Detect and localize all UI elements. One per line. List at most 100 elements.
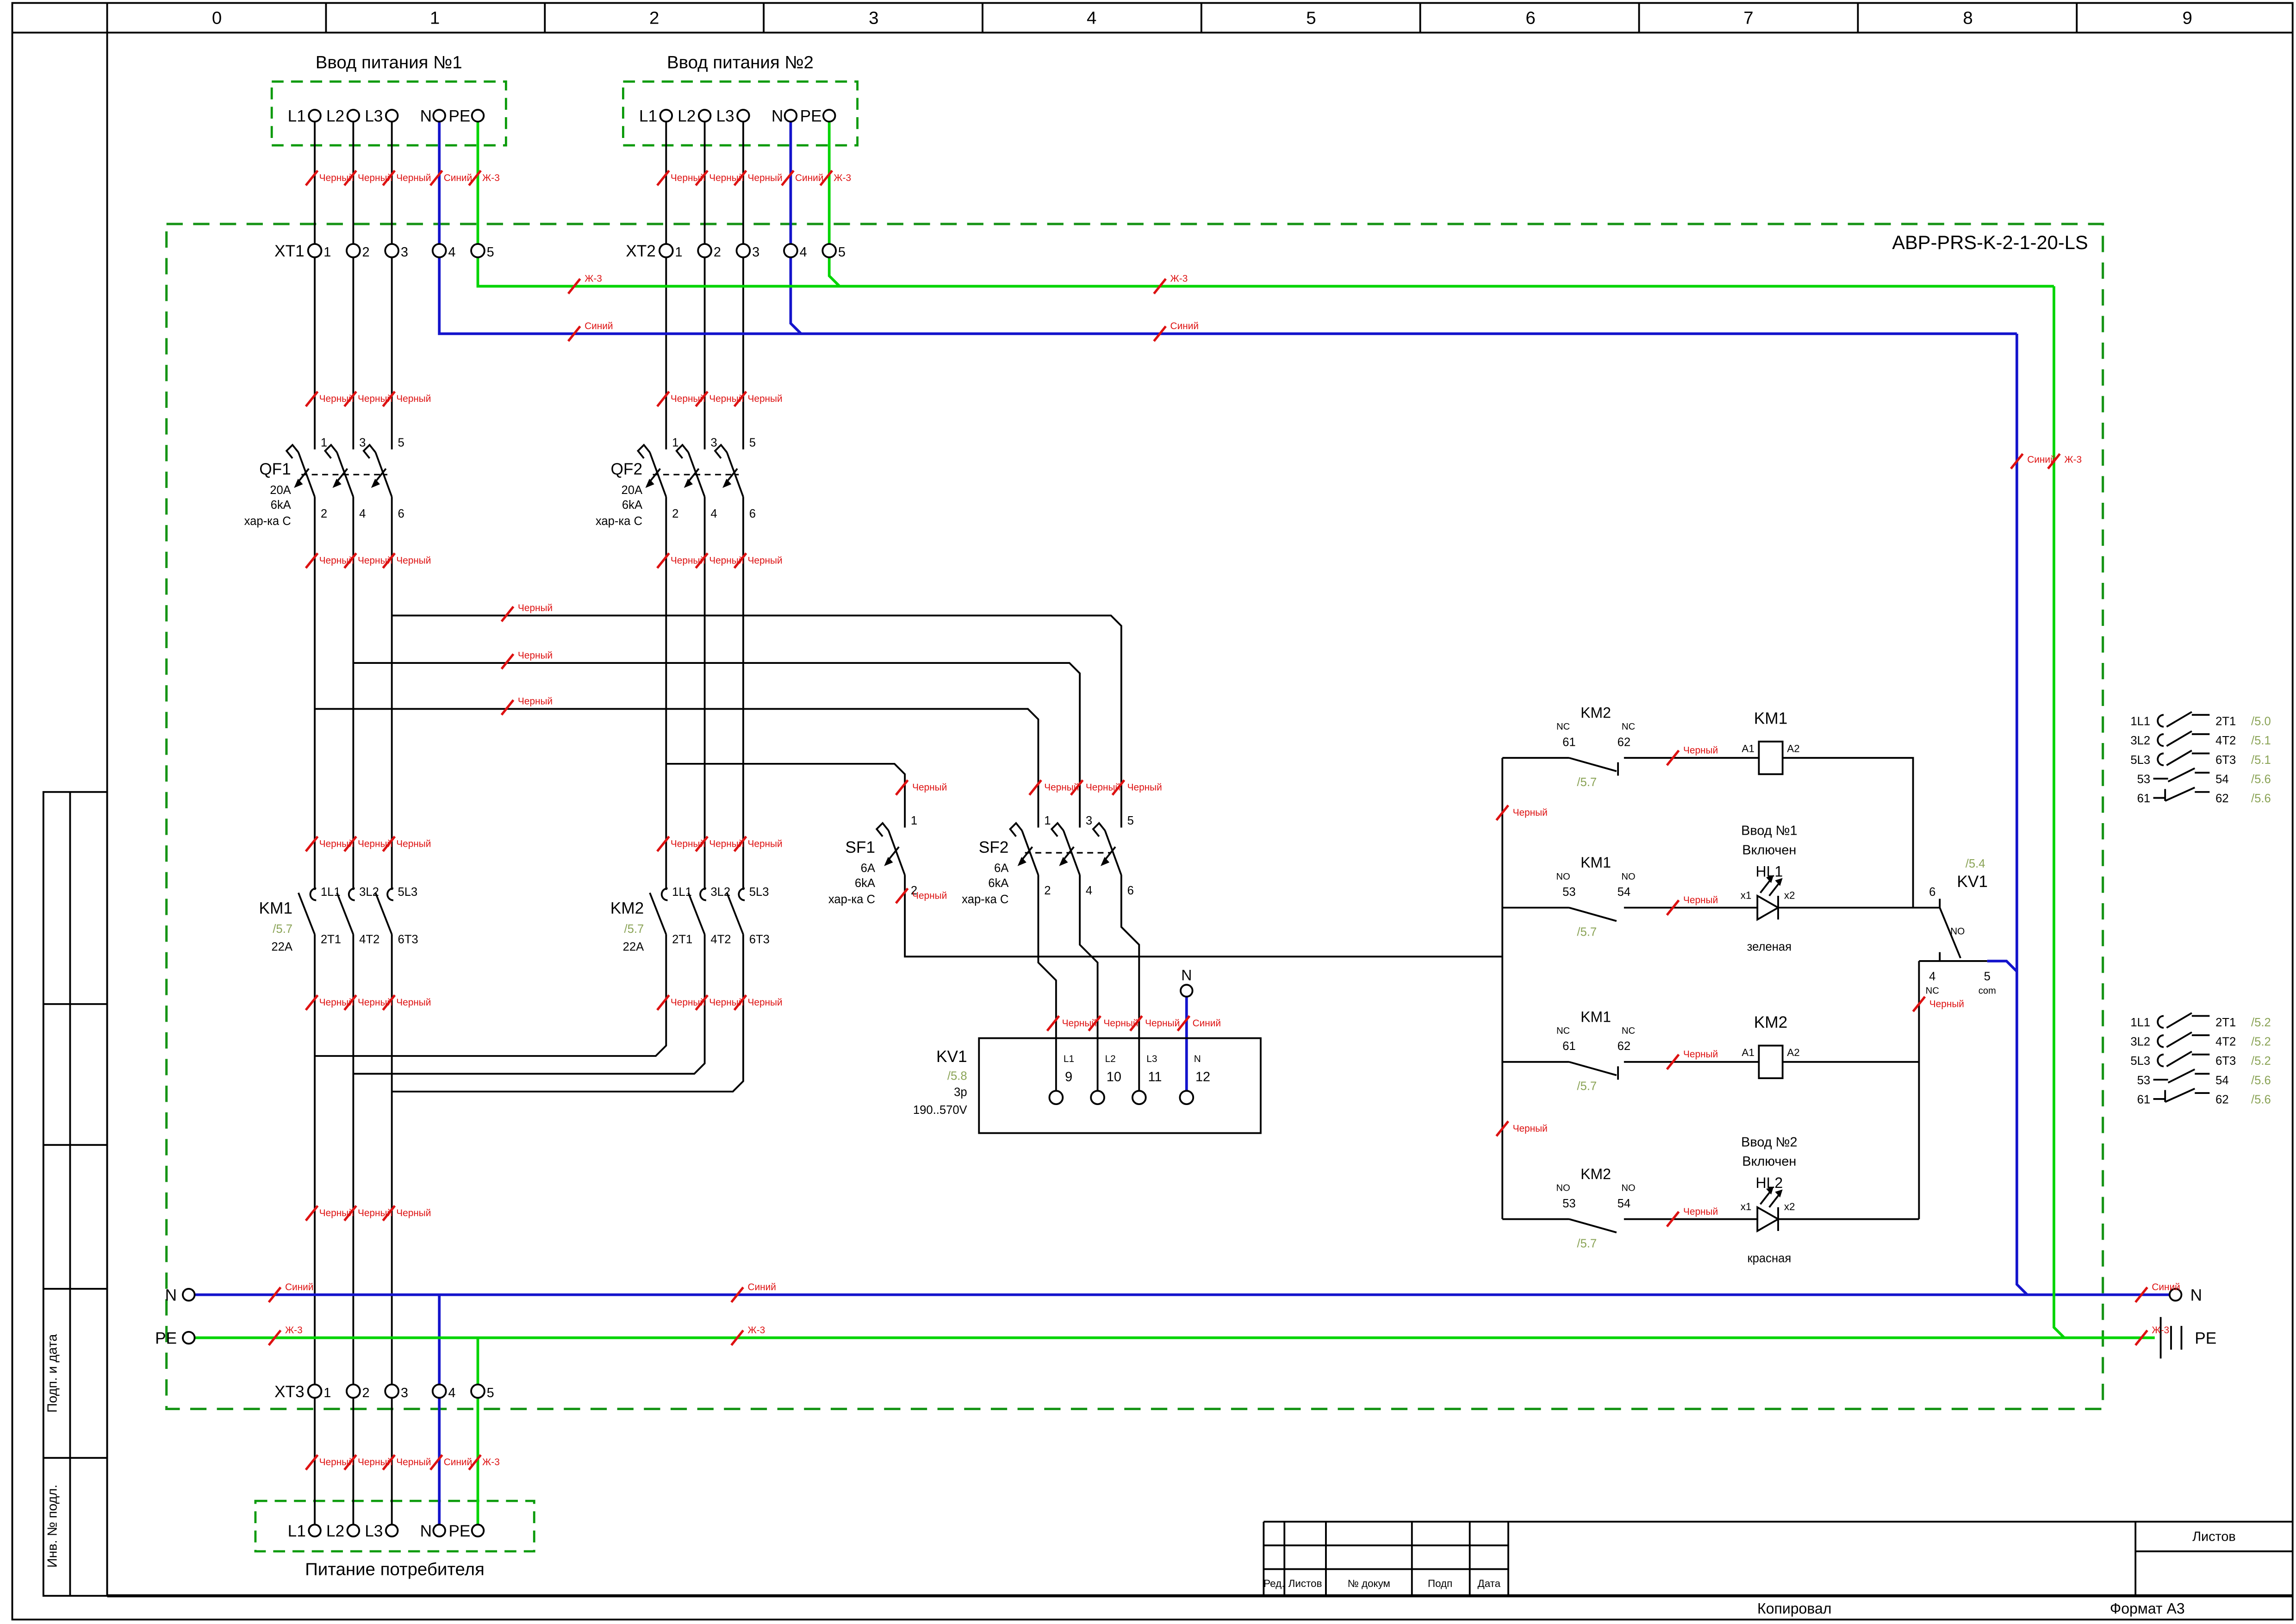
sf2-breaking: 6kA bbox=[988, 877, 1009, 890]
qf2-t5: 5 bbox=[749, 436, 756, 449]
rung3-ref: /5.7 bbox=[1577, 1080, 1597, 1093]
km2-coil-name: KM2 bbox=[1754, 1013, 1787, 1031]
svg-text:Черный: Черный bbox=[1127, 782, 1162, 793]
km2-coil-a2: A2 bbox=[1787, 1047, 1799, 1058]
km2-1l1: 1L1 bbox=[672, 886, 692, 899]
km2-current: 22A bbox=[623, 941, 644, 954]
svg-text:Черный: Черный bbox=[1103, 1018, 1138, 1029]
sidebar-label-sign-date: Подп. и дата bbox=[45, 1334, 60, 1413]
km2-ref: /5.7 bbox=[624, 923, 644, 936]
sf2-current: 6A bbox=[994, 862, 1009, 875]
qf1-curve: хар-ка C bbox=[244, 515, 291, 528]
hl1-led-icon bbox=[1756, 894, 1780, 921]
sf2-name: SF2 bbox=[979, 838, 1009, 856]
svg-text:5L3: 5L3 bbox=[2130, 754, 2150, 767]
km1-ref: /5.7 bbox=[273, 923, 292, 936]
km1-4t2: 4T2 bbox=[359, 933, 380, 946]
qf2-t1: 1 bbox=[672, 436, 678, 449]
svg-text:Ж-3: Ж-3 bbox=[285, 1325, 303, 1336]
svg-text:4T2: 4T2 bbox=[2215, 734, 2236, 747]
km2-main-contacts: KM2 /5.7 22A 1L1 3L2 5L3 2T1 4T2 6T3 bbox=[610, 886, 770, 954]
qf1-name: QF1 bbox=[259, 460, 291, 478]
km1-xref-table: 1L1 2T1/5.0 3L2 4T2/5.1 5L3 6T3/5.1 53 54/5.… bbox=[2130, 711, 2271, 805]
rung2-no-left: NO bbox=[1556, 872, 1570, 882]
sf1-t1: 1 bbox=[911, 814, 917, 827]
input1-title: Ввод питания №1 bbox=[316, 52, 462, 72]
svg-text:N: N bbox=[772, 107, 783, 125]
svg-text:XT3: XT3 bbox=[274, 1383, 305, 1401]
km1-5l3: 5L3 bbox=[398, 886, 417, 899]
sidebar-label-inv: Инв. № подл. bbox=[45, 1485, 60, 1568]
svg-text:Черный: Черный bbox=[518, 650, 553, 661]
wire-color-labels: Черный Черный Черный Синий Ж-3 Черный Черны… bbox=[285, 173, 2180, 1468]
wire-color-slashes bbox=[268, 169, 2148, 1471]
km2-6t3: 6T3 bbox=[749, 933, 770, 946]
svg-text:1: 1 bbox=[324, 1386, 331, 1400]
ruler-4: 4 bbox=[1087, 8, 1096, 28]
qf2-breaker: QF2 20A 6kA хар-ка C 1 3 5 2 4 6 bbox=[596, 436, 756, 528]
sf2-t1: 1 bbox=[1044, 814, 1051, 827]
hl2-caption1: Ввод №2 bbox=[1741, 1135, 1797, 1149]
km1-coil-a1: A1 bbox=[1742, 743, 1754, 754]
km1-2t1: 2T1 bbox=[321, 933, 341, 946]
km2-3l2: 3L2 bbox=[710, 886, 730, 899]
svg-text:Синий: Синий bbox=[795, 173, 823, 183]
qf2-curve: хар-ка C bbox=[596, 515, 642, 528]
tb-sheets-label: Листов bbox=[2192, 1530, 2236, 1544]
km1-coil-a2: A2 bbox=[1787, 743, 1799, 754]
svg-text:Черный: Черный bbox=[709, 838, 744, 849]
svg-text:1: 1 bbox=[324, 245, 331, 260]
tb-col-date: Дата bbox=[1478, 1578, 1501, 1589]
svg-text:/5.1: /5.1 bbox=[2251, 754, 2271, 767]
kv1-poles: 3p bbox=[954, 1086, 967, 1099]
svg-text:Синий: Синий bbox=[285, 1282, 313, 1293]
svg-text:Черный: Черный bbox=[671, 997, 705, 1008]
svg-text:L2: L2 bbox=[678, 107, 696, 125]
svg-text:61: 61 bbox=[2137, 1093, 2151, 1106]
kv1c-4: 4 bbox=[1929, 970, 1935, 983]
rung3-nc-left: NC bbox=[1556, 1026, 1570, 1036]
svg-text:Черный: Черный bbox=[1145, 1018, 1180, 1029]
panel-model-label: ABP-PRS-K-2-1-20-LS bbox=[1892, 231, 2088, 253]
rung1-nc-right: NC bbox=[1622, 722, 1635, 732]
km1-coil-name: KM1 bbox=[1754, 709, 1787, 727]
svg-text:Ж-3: Ж-3 bbox=[585, 274, 602, 284]
bus-n-left-label: N bbox=[165, 1287, 177, 1305]
sf2-t5: 5 bbox=[1127, 814, 1134, 827]
kv1-n: N bbox=[1194, 1054, 1201, 1064]
rung2-54: 54 bbox=[1618, 886, 1631, 899]
ruler-0: 0 bbox=[212, 8, 222, 28]
svg-text:Ж-3: Ж-3 bbox=[748, 1325, 765, 1336]
svg-text:5: 5 bbox=[487, 245, 494, 260]
sf1-curve: хар-ка C bbox=[828, 893, 875, 906]
qf1-t5: 5 bbox=[398, 436, 404, 449]
svg-text:Черный: Черный bbox=[748, 838, 783, 849]
svg-text:62: 62 bbox=[2215, 1093, 2229, 1106]
panel-enclosure: ABP-PRS-K-2-1-20-LS bbox=[165, 223, 2104, 1411]
input2-title: Ввод питания №2 bbox=[667, 52, 814, 72]
svg-text:2T1: 2T1 bbox=[2215, 1016, 2236, 1029]
rung1-contact-name: KM2 bbox=[1580, 705, 1611, 721]
svg-text:1: 1 bbox=[675, 245, 683, 260]
km2-2t1: 2T1 bbox=[672, 933, 692, 946]
ruler-9: 9 bbox=[2183, 8, 2192, 28]
ruler-8: 8 bbox=[1963, 8, 1972, 28]
rung4-no-left: NO bbox=[1556, 1183, 1570, 1193]
terminal-circles bbox=[307, 109, 837, 1537]
svg-text:5: 5 bbox=[487, 1386, 494, 1400]
kv1-l2: L2 bbox=[1105, 1054, 1116, 1064]
rung4-54: 54 bbox=[1618, 1197, 1631, 1210]
svg-text:N: N bbox=[420, 1522, 432, 1540]
qf2-name: QF2 bbox=[611, 460, 643, 478]
svg-text:Черный: Черный bbox=[1513, 1123, 1548, 1134]
svg-text:Черный: Черный bbox=[358, 997, 392, 1008]
svg-text:Черный: Черный bbox=[518, 696, 553, 707]
svg-text:Черный: Черный bbox=[358, 394, 392, 404]
svg-text:/5.6: /5.6 bbox=[2251, 773, 2271, 786]
bus-n-right-label: N bbox=[2190, 1287, 2202, 1305]
svg-text:/5.6: /5.6 bbox=[2251, 792, 2271, 805]
rung1-nc-left: NC bbox=[1556, 722, 1570, 732]
rung4-ref: /5.7 bbox=[1577, 1237, 1597, 1250]
ruler-7: 7 bbox=[1743, 8, 1753, 28]
svg-text:Черный: Черный bbox=[396, 394, 431, 404]
